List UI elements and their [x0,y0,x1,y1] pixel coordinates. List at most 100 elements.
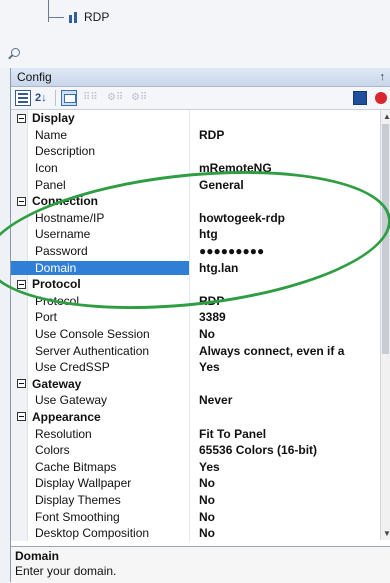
property-name: Domain [11,260,189,275]
tree-node-label: RDP [84,10,110,24]
property-name: Use Console Session [35,327,150,342]
description-pane: Domain Enter your domain. [11,546,390,583]
property-name: Name [35,127,68,142]
category-label: Appearance [32,409,101,424]
property-row[interactable]: Domain htg.lan [11,259,390,276]
category-label: Gateway [32,376,82,391]
property-row[interactable]: Resolution Fit To Panel [11,425,390,442]
category-header: Protocol [11,277,189,291]
category-row[interactable]: Gateway [11,376,390,393]
property-row[interactable]: Colors 65536 Colors (16-bit) [11,442,390,459]
property-value[interactable]: RDP [189,128,390,142]
property-name: Font Smoothing [35,509,120,524]
property-name: Hostname/IP [35,210,105,225]
property-value[interactable]: No [189,327,390,341]
categorized-view-icon[interactable] [15,90,31,106]
property-name: Desktop Composition [35,526,150,541]
category-row[interactable]: Connection [11,193,390,210]
properties-view-icon[interactable] [61,90,77,106]
property-row[interactable]: Server Authentication Always connect, eve… [11,342,390,359]
collapse-icon[interactable] [17,379,26,389]
property-name: Display Wallpaper [35,476,132,491]
pin-icon[interactable]: ↑ [380,71,386,83]
property-row[interactable]: Username htg [11,226,390,243]
category-label: Protocol [32,277,81,292]
property-value[interactable]: Yes [189,360,390,374]
property-value[interactable]: 65536 Colors (16-bit) [189,443,390,457]
property-value[interactable]: Never [189,393,390,407]
property-name: Icon [35,161,58,176]
property-name: Password [35,244,88,259]
category-row[interactable]: Protocol [11,276,390,293]
property-row[interactable]: Use CredSSP Yes [11,359,390,376]
category-header: Display [11,111,189,125]
default-inheritance-icon[interactable]: ⚙⠿ [131,90,151,106]
connections-tree: RDP [0,0,390,68]
property-value[interactable]: No [189,493,390,507]
category-header: Gateway [11,377,189,391]
property-row[interactable]: Port 3389 [11,309,390,326]
property-row[interactable]: Description [11,143,390,160]
property-name: Use Gateway [35,393,108,408]
property-row[interactable]: Protocol RDP [11,293,390,310]
property-value[interactable]: ●●●●●●●●● [189,244,390,258]
property-name: Resolution [35,426,92,441]
tree-node-rdp[interactable]: RDP [48,10,109,24]
property-row[interactable]: Password ●●●●●●●●● [11,243,390,260]
category-row[interactable]: Appearance [11,409,390,426]
description-text: Enter your domain. [15,564,117,578]
property-row[interactable]: Panel General [11,176,390,193]
property-value[interactable]: No [189,526,390,540]
property-value[interactable]: 3389 [189,310,390,324]
property-grid: Display Name RDP Description Icon mRemoteNG Pa… [11,110,390,542]
property-value[interactable]: RDP [189,294,390,308]
default-properties-icon[interactable]: ⚙⠿ [107,90,127,106]
property-row[interactable]: Desktop Composition No [11,525,390,542]
collapse-icon[interactable] [17,196,26,206]
collapse-icon[interactable] [17,279,26,289]
property-row[interactable]: Cache Bitmaps Yes [11,458,390,475]
scroll-down-icon[interactable]: ▼ [383,529,390,538]
property-name: Display Themes [35,492,121,507]
category-label: Connection [32,194,98,209]
property-row[interactable]: Display Themes No [11,492,390,509]
scroll-up-icon[interactable]: ▲ [383,112,390,121]
property-row[interactable]: Icon mRemoteNG [11,160,390,177]
property-value[interactable]: howtogeek-rdp [189,211,390,225]
property-name: Use CredSSP [35,360,110,375]
tree-branch-line [48,16,64,18]
property-row[interactable]: Font Smoothing No [11,508,390,525]
property-name: Username [35,227,91,242]
collapse-icon[interactable] [17,113,26,123]
property-value[interactable]: Always connect, even if a [189,344,390,358]
property-value[interactable]: htg.lan [189,261,390,275]
property-value[interactable]: htg [189,227,390,241]
property-value[interactable]: Fit To Panel [189,427,390,441]
property-row[interactable]: Name RDP [11,127,390,144]
property-row[interactable]: Use Gateway Never [11,392,390,409]
disconnect-icon[interactable] [375,92,387,104]
collapse-icon[interactable] [17,412,26,422]
property-row[interactable]: Hostname/IP howtogeek-rdp [11,210,390,227]
description-title: Domain [15,549,60,563]
grid-scrollbar[interactable]: ▲ ▼ [380,110,390,540]
property-value[interactable]: No [189,476,390,490]
property-value[interactable]: Yes [189,460,390,474]
category-row[interactable]: Display [11,110,390,127]
property-value[interactable]: mRemoteNG [189,161,390,175]
category-label: Display [32,111,75,126]
search-icon[interactable] [8,48,20,60]
inheritance-icon[interactable]: ⠿⠿ [83,90,103,106]
property-row[interactable]: Display Wallpaper No [11,475,390,492]
host-status-icon[interactable] [353,91,367,105]
property-value[interactable]: General [189,178,390,192]
property-name: Port [35,310,58,325]
alphabetical-sort-icon[interactable]: 2↓ [35,90,51,106]
panel-title-bar: Config ↑ [11,68,390,87]
property-value[interactable]: No [189,510,390,524]
panel-title: Config [17,70,52,84]
scroll-thumb[interactable] [382,124,389,354]
rdp-connection-icon [68,11,80,23]
property-row[interactable]: Use Console Session No [11,326,390,343]
property-name: Colors [35,443,70,458]
